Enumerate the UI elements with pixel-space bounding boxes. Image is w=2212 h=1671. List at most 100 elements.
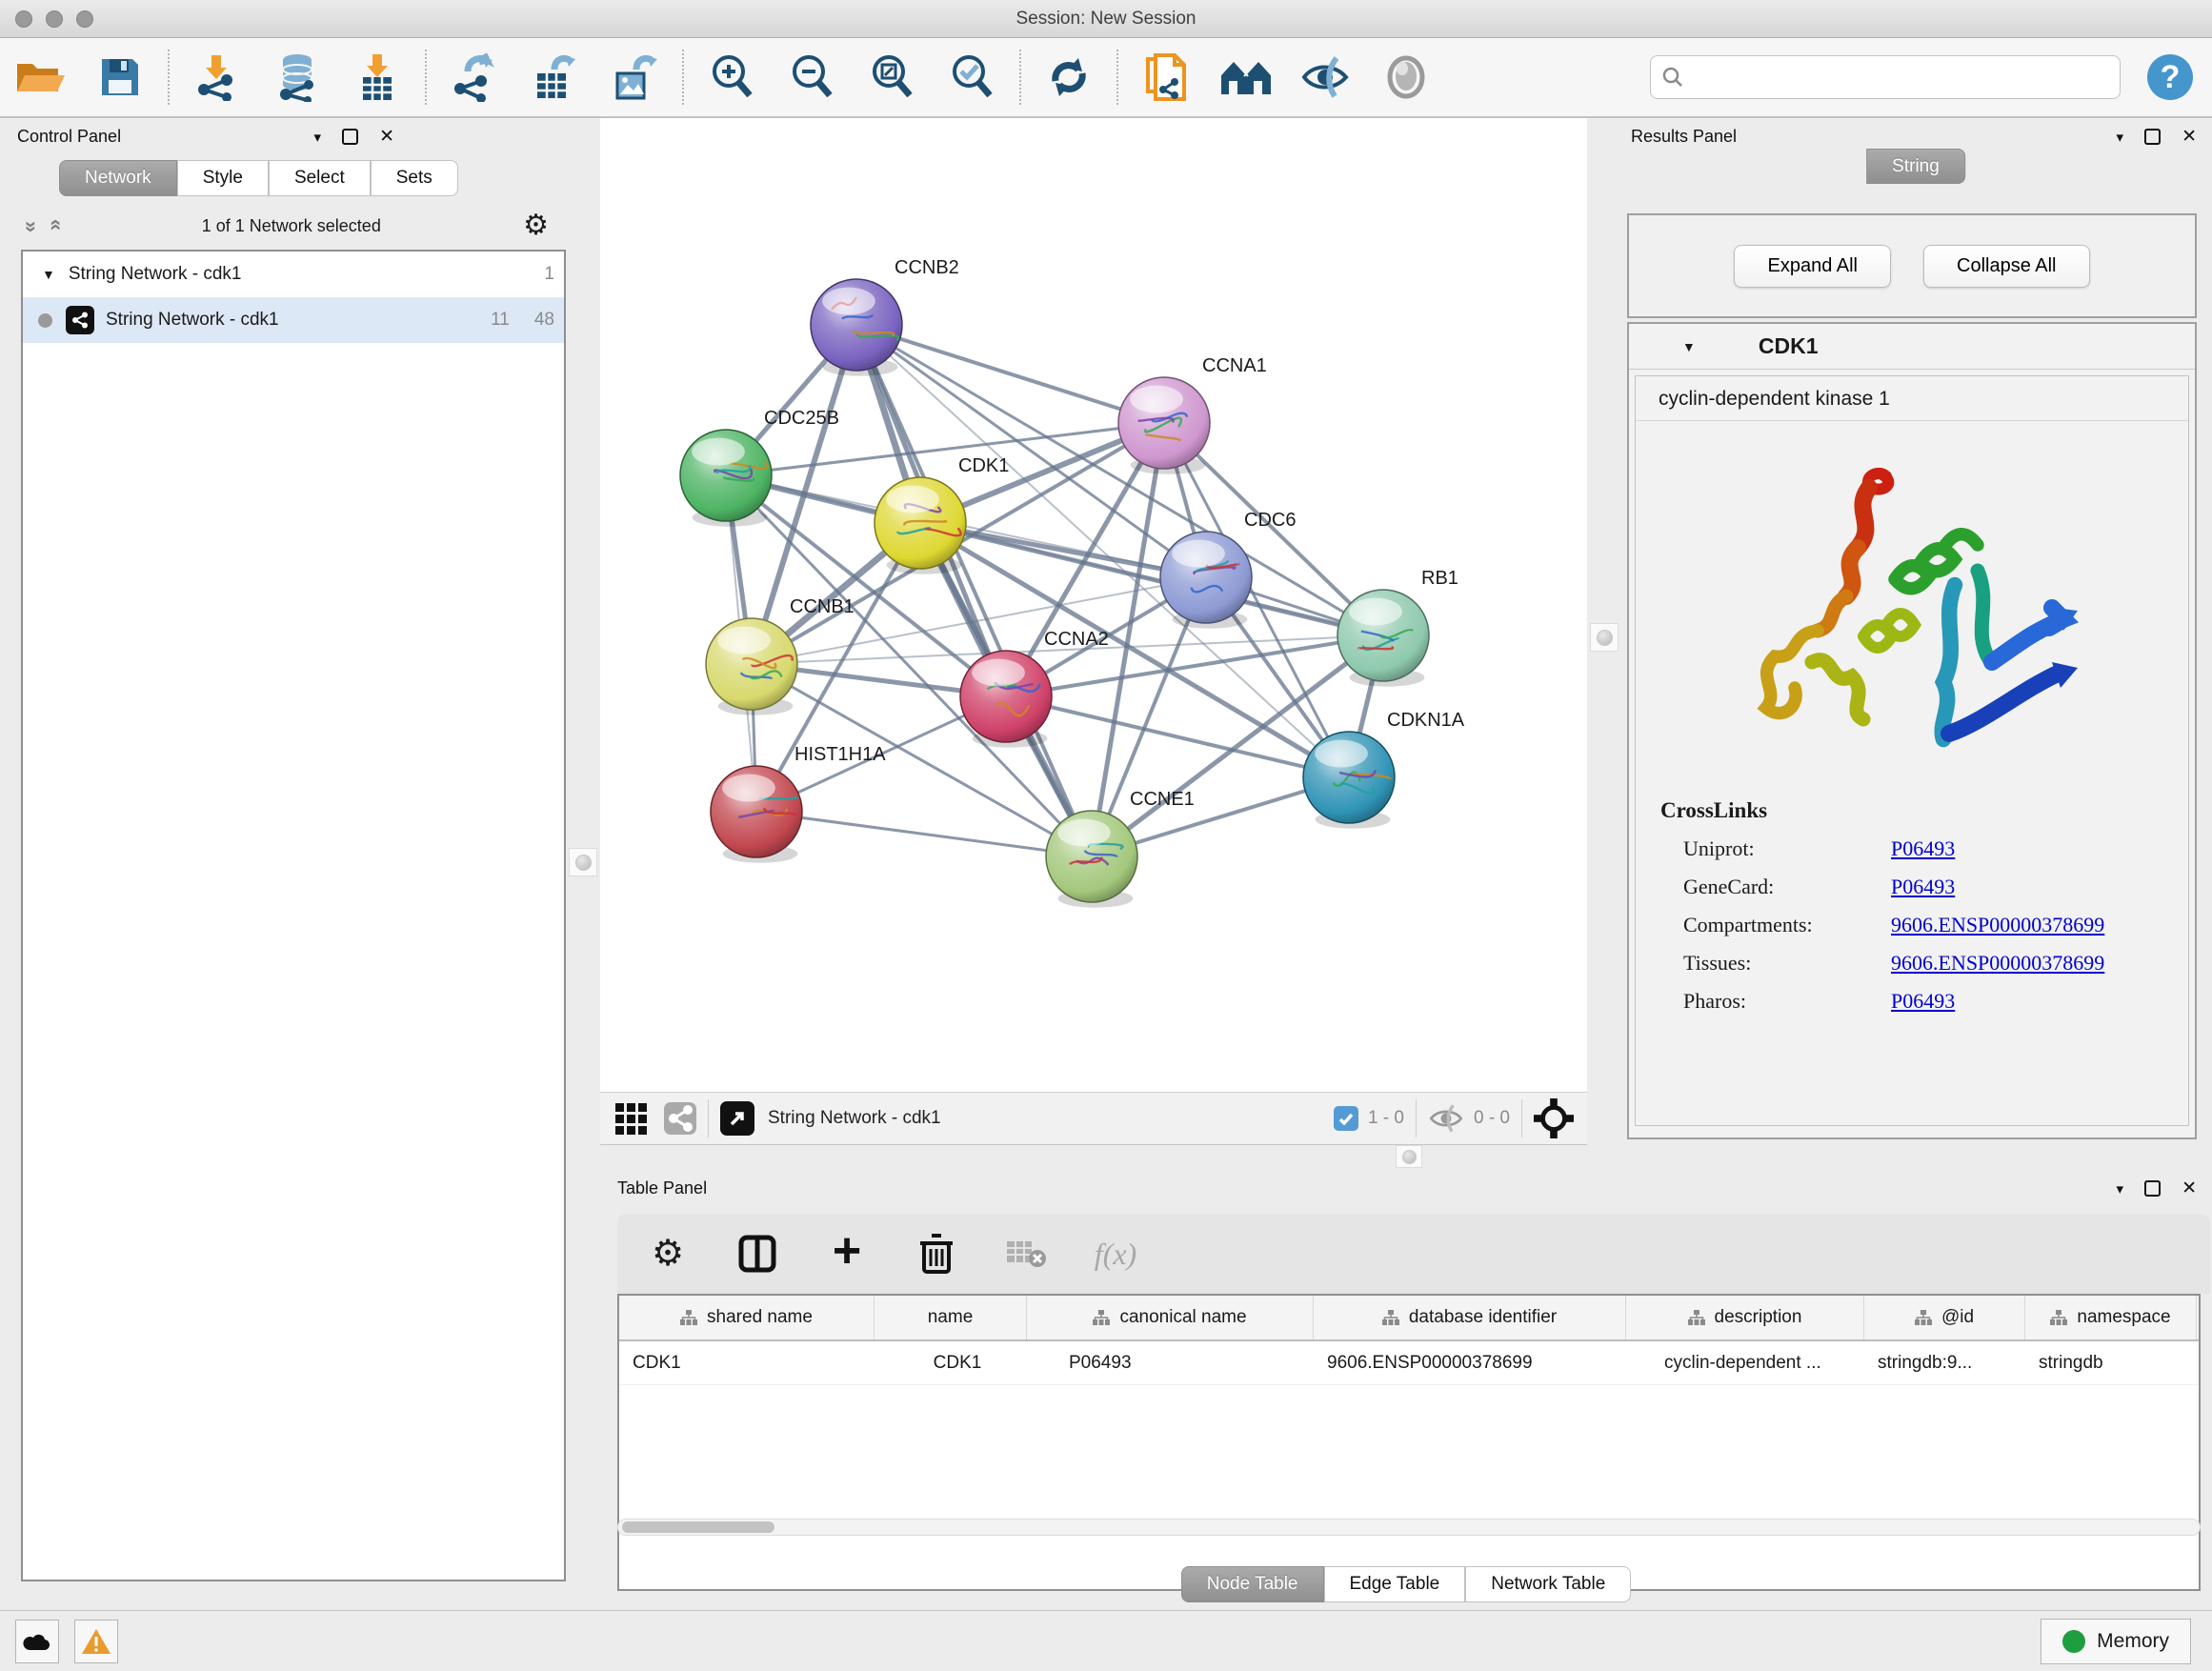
panel-float-icon[interactable] <box>2144 1180 2161 1197</box>
collection-expand-icon[interactable]: ▼ <box>42 267 55 282</box>
collapse-all-button[interactable]: Collapse All <box>1923 245 2090 288</box>
cloud-status-button[interactable] <box>15 1620 59 1663</box>
toolbar-separator <box>168 50 170 105</box>
import-table-file-button[interactable] <box>337 44 417 111</box>
zoom-out-icon <box>788 52 835 102</box>
crosslink-pharos-link[interactable]: P06493 <box>1891 989 1955 1014</box>
gene-name: CDK1 <box>1759 333 1819 359</box>
node-label: CCNE1 <box>1130 789 1195 810</box>
search-input[interactable] <box>1693 68 2108 88</box>
panel-close-icon[interactable]: ✕ <box>379 126 394 148</box>
warning-icon <box>81 1628 111 1655</box>
network-share-icon[interactable] <box>664 1102 696 1135</box>
network-canvas[interactable]: CCNB2CCNA1CDC25BCDK1CDC6RB1CCNB1CCNA2CDK… <box>600 118 1587 1092</box>
crosslinks-section: CrossLinks Uniprot:P06493 GeneCard:P0649… <box>1636 798 2188 1014</box>
panel-menu-caret-icon[interactable]: ▾ <box>2117 129 2124 146</box>
apply-layout-button[interactable] <box>1029 44 1109 111</box>
delete-column-trash-icon[interactable] <box>913 1230 960 1278</box>
column-header[interactable]: name <box>875 1296 1027 1339</box>
table-panel: Table Panel ▾ ✕ ⚙ + f(x) shared name <box>600 1172 2212 1610</box>
zoom-out-button[interactable] <box>772 44 852 111</box>
network-selection-status: 1 of 1 Network selected <box>60 216 524 236</box>
panel-float-icon[interactable] <box>342 129 358 145</box>
section-expand-icon[interactable]: ▼ <box>1682 339 1696 354</box>
show-graphics-button[interactable] <box>1366 44 1446 111</box>
zoom-fit-button[interactable] <box>852 44 932 111</box>
network-options-gear-icon[interactable]: ⚙ <box>523 211 549 240</box>
tab-edge-table[interactable]: Edge Table <box>1324 1566 1466 1602</box>
zoom-selected-button[interactable] <box>932 44 1012 111</box>
expand-all-button[interactable]: Expand All <box>1734 245 1891 288</box>
bottom-splitter[interactable] <box>600 1145 1587 1172</box>
help-button[interactable]: ? <box>2145 52 2195 102</box>
zoom-in-icon <box>708 52 755 102</box>
tab-network-table[interactable]: Network Table <box>1465 1566 1631 1602</box>
network-graph[interactable]: CCNB2CCNA1CDC25BCDK1CDC6RB1CCNB1CCNA2CDK… <box>600 118 1587 1092</box>
network-list: ▼ String Network - cdk1 1 String Network… <box>21 250 566 1581</box>
import-network-file-button[interactable] <box>177 44 257 111</box>
network-collection-row[interactable]: ▼ String Network - cdk1 1 <box>23 252 564 297</box>
column-header[interactable]: database identifier <box>1314 1296 1626 1339</box>
network-status-dot <box>38 313 52 328</box>
grid-view-icon[interactable] <box>615 1103 647 1135</box>
zoom-in-button[interactable] <box>692 44 772 111</box>
import-network-database-button[interactable] <box>257 44 337 111</box>
network-name: String Network - cdk1 <box>106 310 279 331</box>
panel-menu-caret-icon[interactable]: ▾ <box>314 129 322 146</box>
crosslink-label: Tissues: <box>1683 951 1891 976</box>
export-network-button[interactable] <box>434 44 514 111</box>
panel-close-icon[interactable]: ✕ <box>2182 126 2197 148</box>
scrollbar-thumb[interactable] <box>622 1521 774 1533</box>
node-label: RB1 <box>1421 568 1458 589</box>
node-details-header[interactable]: ▼ CDK1 <box>1629 324 2195 370</box>
tab-network[interactable]: Network <box>59 160 177 196</box>
cytoscape-window: Session: New Session <box>0 0 2212 1671</box>
houses-button[interactable] <box>1206 44 1286 111</box>
new-network-from-selection-button[interactable] <box>1126 44 1206 111</box>
panel-float-icon[interactable] <box>2144 129 2161 145</box>
column-header[interactable]: shared name <box>619 1296 875 1339</box>
column-header[interactable]: namespace <box>2025 1296 2197 1339</box>
expand-all-networks-icon[interactable]: » <box>19 221 44 231</box>
houses-icon <box>1219 56 1273 98</box>
detach-view-button[interactable] <box>720 1101 754 1136</box>
left-splitter[interactable] <box>566 118 600 1610</box>
crosslink-compartments-link[interactable]: 9606.ENSP00000378699 <box>1891 913 2104 937</box>
column-header[interactable]: canonical name <box>1027 1296 1314 1339</box>
save-session-button[interactable] <box>80 44 160 111</box>
table-horizontal-scrollbar[interactable] <box>617 1519 2201 1536</box>
crosslink-tissues-link[interactable]: 9606.ENSP00000378699 <box>1891 951 2104 976</box>
open-session-button[interactable] <box>0 44 80 111</box>
toolbar-separator <box>682 50 684 105</box>
search-field[interactable] <box>1650 55 2121 99</box>
column-header[interactable]: @id <box>1864 1296 2025 1339</box>
memory-button[interactable]: Memory <box>2041 1619 2191 1664</box>
network-row[interactable]: String Network - cdk1 11 48 <box>23 297 564 343</box>
sphere-icon <box>1384 55 1428 99</box>
tab-node-table[interactable]: Node Table <box>1181 1566 1324 1602</box>
tab-style[interactable]: Style <box>177 160 269 196</box>
tab-select[interactable]: Select <box>269 160 371 196</box>
fit-selected-crosshair-icon[interactable] <box>1534 1098 1574 1138</box>
panel-close-icon[interactable]: ✕ <box>2182 1178 2197 1199</box>
table-options-gear-icon[interactable]: ⚙ <box>644 1230 692 1278</box>
selected-checkbox-icon[interactable] <box>1334 1106 1358 1131</box>
create-column-icon[interactable]: + <box>823 1230 871 1278</box>
protein-structure-image <box>1721 448 2102 791</box>
tab-string[interactable]: String <box>1866 149 1965 184</box>
column-header[interactable]: description <box>1626 1296 1864 1339</box>
table-row[interactable]: CDK1 CDK1 P06493 9606.ENSP00000378699 cy… <box>619 1341 2199 1385</box>
hide-selected-button[interactable] <box>1286 44 1366 111</box>
right-splitter[interactable] <box>1587 118 1621 1172</box>
tab-sets[interactable]: Sets <box>371 160 458 196</box>
export-table-button[interactable] <box>514 44 594 111</box>
collapse-all-networks-icon[interactable]: » <box>42 221 67 231</box>
panel-menu-caret-icon[interactable]: ▾ <box>2117 1180 2124 1198</box>
crosslink-uniprot-link[interactable]: P06493 <box>1891 836 1955 861</box>
warnings-button[interactable] <box>74 1620 118 1663</box>
window-title: Session: New Session <box>0 9 2212 30</box>
results-panel: Results Panel ▾ ✕ String Expand All Coll… <box>1619 118 2212 1172</box>
show-columns-icon[interactable] <box>734 1230 781 1278</box>
export-image-button[interactable] <box>594 44 674 111</box>
crosslink-genecard-link[interactable]: P06493 <box>1891 875 1955 899</box>
